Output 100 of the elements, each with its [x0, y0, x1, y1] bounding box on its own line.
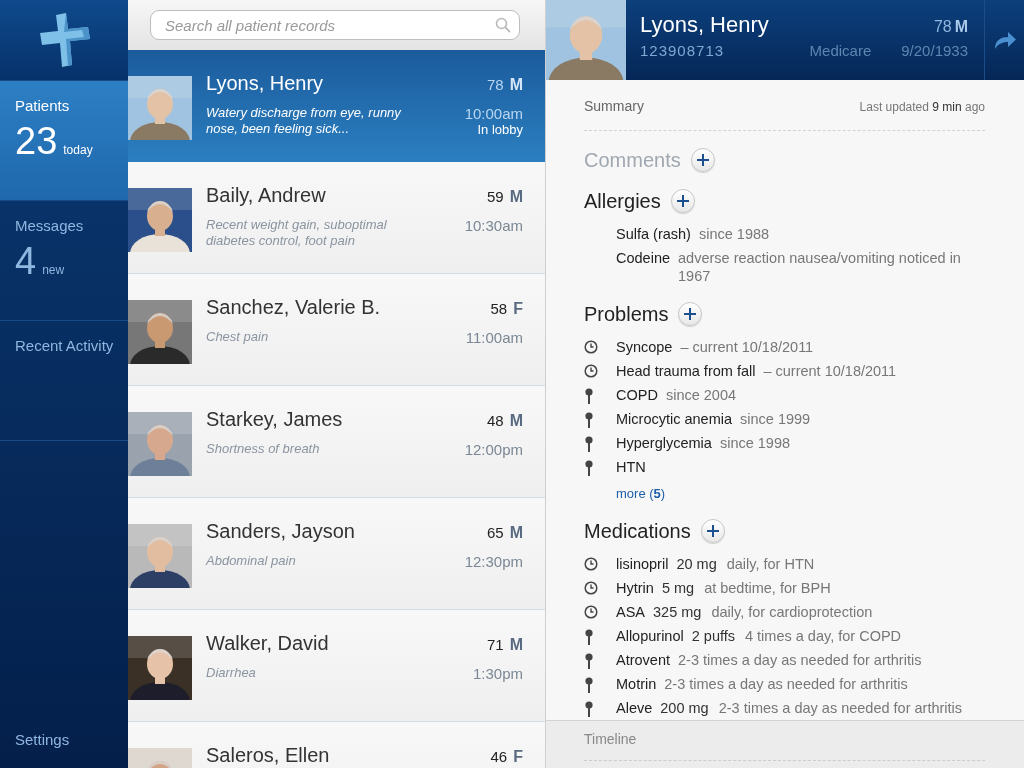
patient-name: Walker, David	[206, 632, 329, 655]
item-note: daily, for HTN	[726, 555, 815, 573]
item-note: – current 10/18/2011	[680, 338, 814, 356]
add-button[interactable]	[700, 519, 725, 543]
patient-row[interactable]: Starkey, James 48 M Shortness of breath 12:00pm	[128, 386, 545, 498]
complaint: Abdominal pain	[206, 553, 296, 570]
item-name: Codeine	[616, 249, 670, 267]
count-label: today	[63, 143, 93, 157]
count: 4	[15, 242, 37, 280]
plus-icon	[705, 524, 720, 538]
complaint: Chest pain	[206, 329, 269, 346]
pin-icon	[584, 653, 594, 669]
item-name: ASA	[616, 603, 645, 621]
timeline-label: Timeline	[584, 731, 637, 747]
count-label: new	[42, 263, 65, 277]
patient-age: 58	[490, 300, 508, 318]
patient-name: Sanchez, Valerie B.	[206, 296, 381, 319]
more-link[interactable]: more (5)	[616, 486, 666, 501]
patient-name: Starkey, James	[206, 408, 343, 431]
patient-name: Baily, Andrew	[206, 184, 326, 207]
logo-icon	[38, 13, 90, 67]
insurance: Medicare	[809, 42, 872, 59]
appointment-time: 12:30pm	[464, 553, 523, 570]
item-name: Sulfa (rash)	[616, 225, 691, 243]
patient-age: 65	[487, 524, 504, 542]
arrow-icon	[992, 30, 1017, 50]
patient-name: Sanders, Jayson	[206, 520, 355, 543]
item-note: since 1988	[698, 225, 770, 243]
birth-date: 9/20/1933	[901, 42, 968, 59]
section-title: Comments	[584, 148, 681, 172]
complaint: Recent weight gain, suboptimal diabetes control, foot pain	[206, 217, 388, 249]
clock-icon	[584, 340, 598, 354]
item-dose: 2 puffs	[691, 627, 735, 645]
patient-sex: M	[954, 18, 968, 36]
patient-status: In lobby	[477, 122, 523, 137]
patient-row[interactable]: Baily, Andrew 59 M Recent weight gain, suboptimal diabetes control, foot pain 10:30am	[128, 162, 545, 274]
item-name: Microcytic anemia	[616, 410, 733, 428]
item-name: Hyperglycemia	[616, 434, 712, 452]
patient-sex: F	[513, 748, 523, 766]
section-title: Allergies	[584, 189, 661, 213]
appointment-time: 12:00pm	[464, 441, 523, 458]
clock-icon	[584, 557, 598, 571]
patient-sex: F	[513, 300, 523, 318]
item-name: HTN	[616, 458, 646, 476]
item-name: Allopurinol	[616, 627, 684, 645]
patient-sex: M	[509, 76, 523, 94]
plus-icon	[683, 307, 698, 321]
appointment-time: 10:00am	[464, 105, 523, 122]
pin-icon	[584, 388, 594, 404]
clock-icon	[584, 581, 598, 595]
patient-name: Lyons, Henry	[640, 12, 769, 38]
patient-row[interactable]: Walker, David 71 M Diarrhea 1:30pm	[128, 610, 545, 722]
search-field[interactable]: Search all patient records	[150, 10, 520, 40]
patient-age: 71	[487, 636, 504, 654]
complaint: Shortness of breath	[206, 441, 320, 458]
patient-row[interactable]: Sanders, Jayson 65 M Abdominal pain 12:30pm	[128, 498, 545, 610]
add-button[interactable]	[670, 189, 695, 213]
patient-sex: M	[509, 188, 523, 206]
plus-icon	[695, 153, 710, 167]
item-name: Motrin	[616, 675, 657, 693]
item-note: daily, for cardioprotection	[711, 603, 873, 621]
item-note: 2-3 times a day as needed for arthritis	[718, 699, 963, 717]
patient-age: 78	[487, 76, 504, 94]
item-name: lisinopril	[616, 555, 669, 573]
patient-row[interactable]: Saleros, Ellen 46 F	[128, 722, 545, 768]
item-name: Head trauma from fall	[616, 362, 756, 380]
item-note: at bedtime, for BPH	[704, 579, 831, 597]
summary-label: Summary	[584, 98, 644, 114]
item-note: since 1999	[740, 410, 811, 428]
plus-icon	[675, 194, 690, 208]
pin-icon	[584, 460, 594, 476]
item-name: COPD	[616, 386, 658, 404]
nav-item[interactable]: Patients 23 today	[0, 80, 128, 200]
patient-row[interactable]: Sanchez, Valerie B. 58 F Chest pain 11:00am	[128, 274, 545, 386]
add-button[interactable]	[690, 148, 715, 172]
section-title: Problems	[584, 302, 669, 326]
item-name: Aleve	[616, 699, 653, 717]
patient-sex: M	[509, 524, 523, 542]
item-note: 2-3 times a day as needed for arthritis	[678, 651, 922, 669]
pin-icon	[584, 677, 594, 693]
nav-label: Recent Activity	[15, 337, 115, 354]
patient-name: Saleros, Ellen	[206, 744, 330, 767]
item-note: 2-3 times a day as needed for arthritis	[664, 675, 908, 693]
settings-item[interactable]: Settings	[0, 731, 128, 768]
patient-age: 59	[487, 188, 504, 206]
patient-sex: M	[509, 412, 523, 430]
search-icon	[495, 17, 511, 33]
patient-row[interactable]: Lyons, Henry 78 M Watery discharge from eye, runny nose, been feeling sick... 10:00am In lobby	[128, 50, 545, 162]
patient-name: Lyons, Henry	[206, 72, 324, 95]
item-name: Syncope	[616, 338, 673, 356]
section-title: Medications	[584, 519, 691, 543]
patient-sex: M	[509, 636, 523, 654]
item-name: Hytrin	[616, 579, 654, 597]
count: 23	[15, 122, 58, 160]
nav-label: Messages	[15, 217, 85, 234]
nav-label: Patients	[15, 97, 71, 114]
item-note: – current 10/18/2011	[763, 362, 897, 380]
appointment-time: 1:30pm	[472, 665, 523, 682]
add-button[interactable]	[678, 302, 703, 326]
pin-icon	[584, 629, 594, 645]
